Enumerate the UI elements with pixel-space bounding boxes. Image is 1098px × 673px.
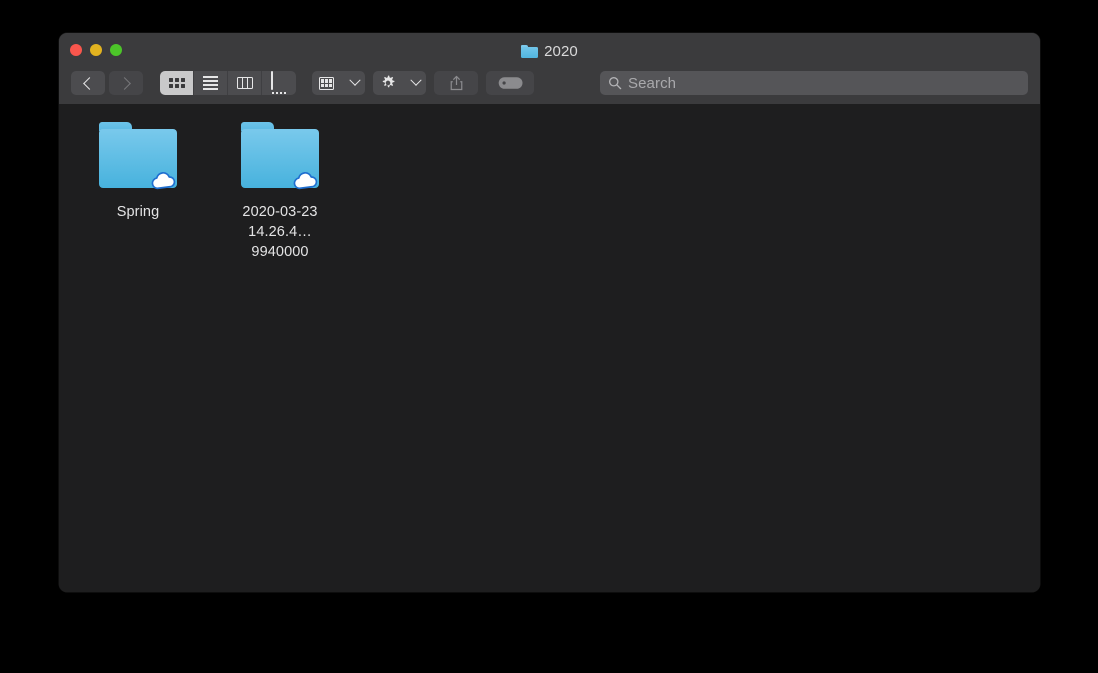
share-button[interactable] [434, 71, 478, 95]
file-label: Spring [116, 204, 160, 220]
navigation-group [71, 71, 143, 95]
minimize-button[interactable] [90, 44, 102, 56]
finder-window: 2020 Search Spring 2020-03-23 14.26.4…99… [59, 33, 1040, 592]
traffic-lights [70, 44, 122, 56]
folder-icon [241, 122, 319, 194]
icloud-cloud-icon [148, 168, 178, 192]
chevron-down-icon [410, 74, 422, 86]
tags-button[interactable] [486, 71, 534, 95]
file-label: 2020-03-23 14.26.4…9940000 [242, 204, 318, 260]
column-view-button[interactable] [228, 71, 262, 95]
share-icon [450, 75, 462, 91]
chevron-down-icon [349, 74, 361, 86]
action-menu-button[interactable] [373, 71, 426, 95]
page-title: 2020 [544, 42, 578, 60]
file-item[interactable]: 2020-03-23 14.26.4…9940000 [223, 122, 337, 262]
toolbar: Search [59, 63, 1040, 103]
chevron-right-icon [118, 76, 131, 90]
gear-icon [382, 75, 395, 88]
list-icon [203, 76, 218, 90]
file-icon-grid: Spring 2020-03-23 14.26.4…9940000 [81, 122, 1040, 262]
back-button[interactable] [71, 71, 105, 95]
icon-view-button[interactable] [160, 71, 194, 95]
gallery-icon [270, 71, 288, 94]
maximize-button[interactable] [110, 44, 122, 56]
view-mode-segmented-control [160, 71, 296, 95]
folder-icon [99, 122, 177, 194]
window-titlebar[interactable]: 2020 Search [59, 33, 1040, 105]
gallery-view-button[interactable] [262, 71, 296, 95]
columns-icon [236, 77, 253, 89]
file-item[interactable]: Spring [81, 122, 195, 222]
folder-icon [521, 44, 539, 58]
chevron-left-icon [83, 76, 96, 90]
window-title: 2020 [59, 42, 1040, 60]
file-browser-content[interactable]: Spring 2020-03-23 14.26.4…9940000 [59, 104, 1040, 592]
tag-icon [498, 77, 523, 89]
arrange-icon [319, 76, 334, 90]
grid-icon [168, 78, 185, 88]
close-button[interactable] [70, 44, 82, 56]
search-input[interactable]: Search [628, 75, 676, 92]
forward-button[interactable] [109, 71, 143, 95]
icloud-cloud-icon [290, 168, 320, 192]
search-icon [609, 77, 622, 90]
arrange-button[interactable] [312, 71, 365, 95]
search-field[interactable]: Search [600, 71, 1028, 95]
list-view-button[interactable] [194, 71, 228, 95]
